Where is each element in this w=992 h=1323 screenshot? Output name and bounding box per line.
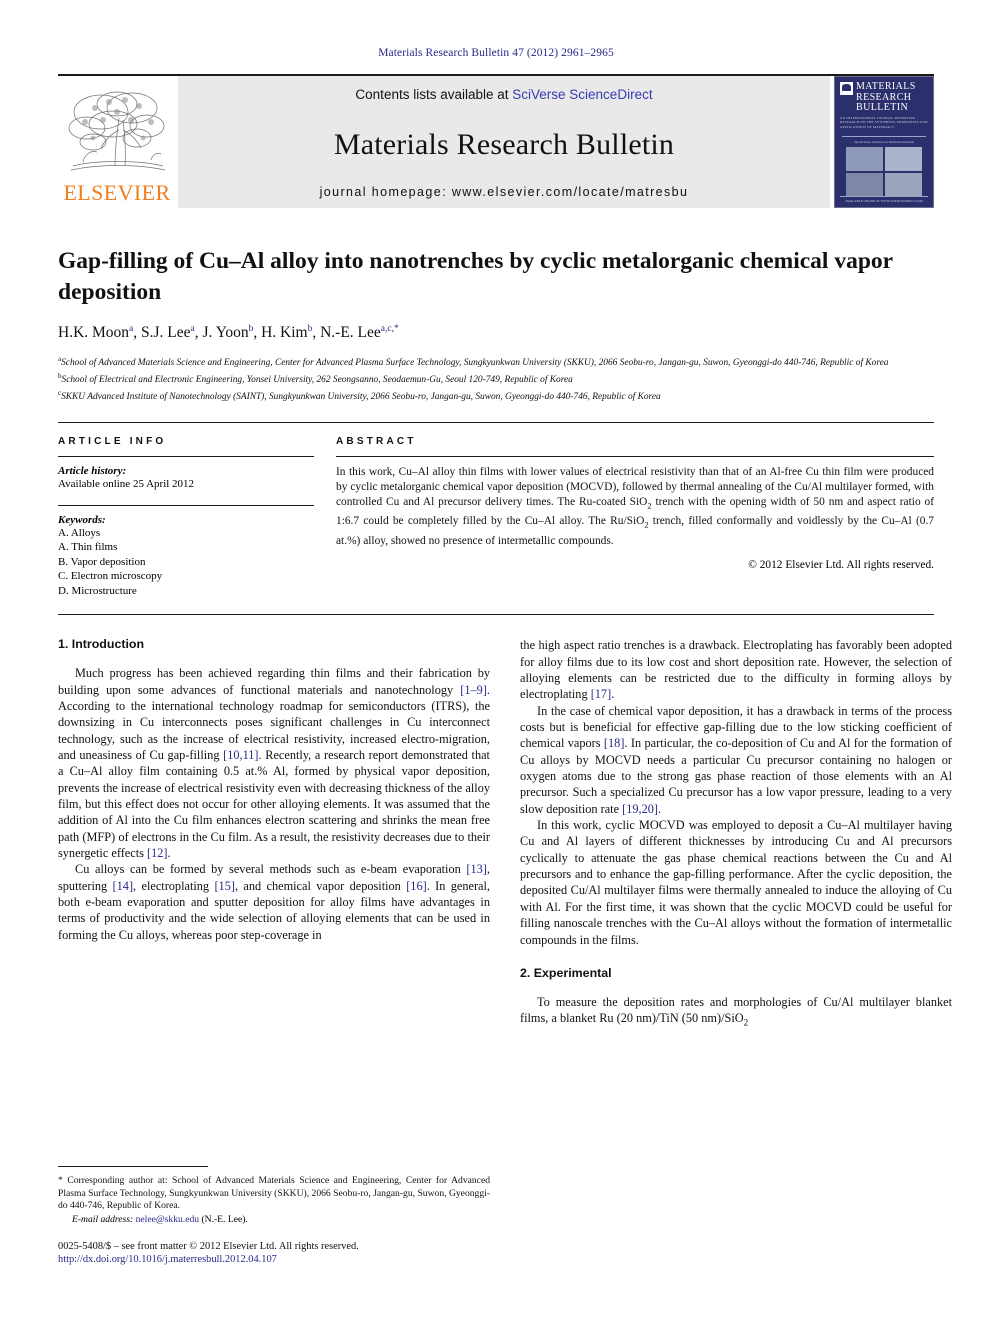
cover-title-line-3: BULLETIN [856, 102, 909, 113]
citation-link[interactable]: [14] [113, 879, 134, 893]
affiliation-item: aSchool of Advanced Materials Science an… [58, 353, 934, 370]
cover-title: MATERIALS RESEARCH BULLETIN [856, 81, 916, 114]
footnote-block: * Corresponding author at: School of Adv… [58, 1166, 490, 1265]
author-affil-marker: b [248, 324, 254, 334]
author-list: H.K. Moona, S.J. Leea, J. Yoonb, H. Kimb… [58, 324, 399, 342]
journal-masthead: ELSEVIER Contents lists available at Sci… [58, 74, 934, 208]
paragraph: In the case of chemical vapor deposition… [520, 703, 952, 816]
author-entry: N.-E. Leea,c,* [320, 324, 399, 341]
cover-micrograph-1 [846, 147, 883, 171]
article-page: Materials Research Bulletin 47 (2012) 29… [0, 0, 992, 1323]
keywords-label: Keywords: [58, 513, 106, 526]
keyword-item: D. Microstructure [58, 584, 137, 597]
elsevier-logo: ELSEVIER [58, 76, 176, 208]
keywords-rule [58, 504, 314, 506]
author-name: N.-E. Lee [320, 324, 381, 342]
keyword-item: C. Electron microscopy [58, 570, 163, 583]
author-entry: J. Yoonb [203, 324, 254, 341]
journal-title: Materials Research Bulletin [333, 127, 675, 161]
citation-link[interactable]: [17] [591, 687, 612, 701]
body-column-right: the high aspect ratio trenches is a draw… [520, 637, 952, 1067]
contents-available-line: Contents lists available at SciVerse Sci… [355, 87, 652, 102]
email-suffix: (N.-E. Lee). [201, 1214, 248, 1225]
keyword-item: B. Vapor deposition [58, 555, 146, 568]
cover-micrograph-4 [885, 172, 922, 196]
email-link[interactable]: nelee@skku.edu [136, 1214, 199, 1225]
citation-link[interactable]: [18] [604, 736, 625, 750]
affiliation-text: School of Advanced Materials Science and… [61, 358, 889, 369]
paragraph: In this work, cyclic MOCVD was employed … [520, 818, 952, 947]
abstract-text: In this work, Cu–Al alloy thin films wit… [336, 466, 934, 547]
cover-micrograph-3 [846, 172, 883, 196]
paragraph: Cu alloys can be formed by several metho… [58, 862, 490, 942]
citation-link[interactable]: [1–9] [460, 683, 487, 697]
affiliation-text: School of Electrical and Electronic Engi… [61, 375, 573, 385]
article-info-heading: ARTICLE INFO [58, 436, 167, 448]
body-columns: 1. Introduction Much progress has been a… [58, 637, 952, 1067]
contents-prefix: Contents lists available at [355, 87, 513, 102]
abstract-heading: ABSTRACT [336, 436, 417, 448]
email-line: E-mail address: nelee@skku.edu (N.-E. Le… [58, 1214, 490, 1225]
cover-subtitle: AN INTERNATIONAL JOURNAL REPORTING RESEA… [840, 115, 928, 129]
cover-title-line-1: MATERIALS [856, 81, 916, 92]
article-info-column: ARTICLE INFO Article history: Available … [58, 436, 314, 598]
affiliation-text: SKKU Advanced Institute of Nanotechnolog… [61, 391, 661, 402]
cover-micrograph-2 [885, 147, 922, 171]
body-column-left: 1. Introduction Much progress has been a… [58, 637, 490, 1067]
citation-link[interactable]: [16] [406, 879, 427, 893]
citation-link[interactable]: [10,11] [223, 748, 258, 762]
article-history-value: Available online 25 April 2012 [58, 478, 195, 491]
author-name: J. Yoon [202, 324, 249, 342]
author-entry: S.J. Leea [141, 324, 195, 341]
doi-link[interactable]: http://dx.doi.org/10.1016/j.materresbull… [58, 1254, 490, 1265]
page-title: Gap-filling of Cu–Al alloy into nanotren… [58, 248, 893, 305]
affiliation-list: aSchool of Advanced Materials Science an… [58, 353, 934, 403]
cover-micrograph-grid [846, 147, 922, 196]
section-heading-introduction: 1. Introduction [58, 637, 145, 652]
keyword-item: A. Thin films [58, 541, 118, 554]
citation-link[interactable]: [13] [466, 862, 487, 876]
affiliation-item: bSchool of Electrical and Electronic Eng… [58, 370, 934, 387]
elsevier-badge-icon [840, 82, 853, 95]
elsevier-wordmark: ELSEVIER [63, 180, 171, 205]
affiliation-item: cSKKU Advanced Institute of Nanotechnolo… [58, 387, 934, 404]
journal-cover-thumbnail: MATERIALS RESEARCH BULLETIN AN INTERNATI… [834, 76, 934, 208]
article-history-label: Article history: [58, 465, 127, 478]
citation-link[interactable]: [12] [147, 846, 168, 860]
author-affil-marker: a [190, 324, 195, 334]
cover-divider [842, 136, 926, 138]
author-name: H.K. Moon [58, 324, 130, 342]
abstract-column: ABSTRACT In this work, Cu–Al alloy thin … [336, 436, 934, 598]
author-affil-marker: b [307, 324, 313, 334]
cover-caption: Special issue: Advances in functional ma… [853, 140, 915, 145]
journal-header-block: Contents lists available at SciVerse Sci… [178, 76, 830, 208]
elsevier-tree-icon [65, 86, 169, 182]
cover-footer: AVAILABLE ONLINE AT WWW.SCIENCEDIRECT.CO… [840, 196, 928, 203]
abstract-rule [336, 456, 934, 458]
author-entry: H.K. Moona [58, 324, 133, 341]
footnote-divider [58, 1166, 208, 1168]
paragraph: the high aspect ratio trenches is a draw… [520, 638, 952, 702]
corresponding-author-note: * Corresponding author at: School of Adv… [58, 1175, 490, 1212]
abstract-copyright: © 2012 Elsevier Ltd. All rights reserved… [748, 559, 934, 572]
email-label: E-mail address: [72, 1214, 134, 1225]
paragraph: To measure the deposition rates and morp… [520, 994, 952, 1028]
author-affil-marker: a [129, 324, 134, 334]
article-info-rule [58, 456, 314, 458]
citation-link[interactable]: [15] [214, 879, 235, 893]
running-head: Materials Research Bulletin 47 (2012) 29… [378, 47, 614, 59]
sciencedirect-link[interactable]: SciVerse ScienceDirect [512, 87, 652, 102]
section-heading-experimental: 2. Experimental [520, 965, 612, 980]
paragraph: Much progress has been achieved regardin… [58, 666, 490, 861]
keyword-item: A. Alloys [58, 526, 101, 539]
author-name: S.J. Lee [141, 324, 191, 342]
author-name: H. Kim [261, 324, 308, 342]
citation-link[interactable]: [19,20] [622, 802, 658, 816]
info-abstract-band: ARTICLE INFO Article history: Available … [58, 422, 934, 616]
journal-homepage[interactable]: journal homepage: www.elsevier.com/locat… [320, 185, 689, 199]
author-affil-marker: a,c,* [380, 324, 399, 334]
issn-copyright-line: 0025-5408/$ – see front matter © 2012 El… [58, 1241, 359, 1252]
author-entry: H. Kimb [261, 324, 312, 341]
